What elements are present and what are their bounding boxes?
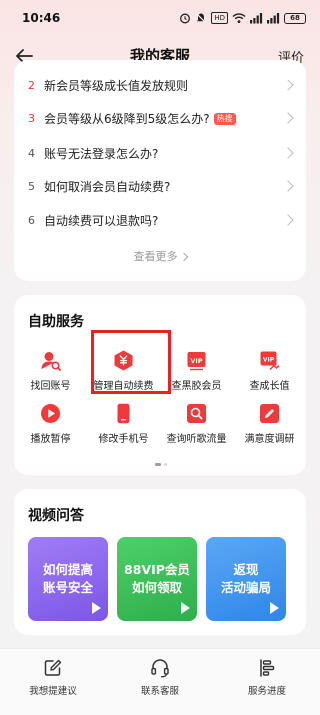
tab-label: 我想提建议: [29, 686, 77, 697]
tab-contact-service[interactable]: 联系客服: [107, 649, 213, 715]
hd-icon: HD: [211, 12, 228, 24]
service-label: 查成长值: [249, 381, 290, 392]
chevron-right-icon: [179, 252, 188, 262]
signal-icon: [267, 12, 280, 24]
play-circle-icon: [41, 404, 60, 423]
page-dot: [164, 463, 167, 466]
chevron-right-icon: [282, 214, 294, 226]
faq-item[interactable]: 2 新会员等级成长值发放规则: [14, 68, 306, 102]
video-tile[interactable]: 返现 活动骗局: [206, 537, 286, 621]
faq-number: 6: [28, 213, 35, 227]
faq-number: 3: [28, 111, 35, 125]
video-tile-line2: 账号安全: [42, 580, 93, 595]
play-icon: [92, 602, 101, 614]
faq-question-text: 会员等级从6级降到5级怎么办?: [44, 111, 210, 126]
service-query-data[interactable]: 查询听歌流量: [160, 403, 233, 449]
signal-icon: [250, 12, 263, 24]
svg-text:VIP: VIP: [263, 356, 275, 363]
faq-question: 如何取消会员自动续费?: [44, 179, 171, 194]
faq-number: 4: [28, 146, 35, 160]
status-time: 10:46: [22, 11, 61, 25]
chevron-right-icon: [282, 180, 294, 192]
faq-question: 自动续费可以退款吗?: [44, 213, 159, 228]
phone-icon: [117, 403, 130, 424]
service-find-account[interactable]: 找回账号: [14, 350, 87, 396]
service-label: 满意度调研: [244, 434, 295, 445]
tab-suggestion[interactable]: 我想提建议: [0, 649, 106, 715]
service-satisfaction-survey[interactable]: 满意度调研: [233, 403, 306, 449]
wifi-icon: [232, 12, 246, 24]
chevron-right-icon: [282, 112, 294, 124]
service-check-vinyl-vip[interactable]: VIP 查黑胶会员: [160, 350, 233, 396]
faq-item[interactable]: 5 如何取消会员自动续费?: [14, 169, 306, 203]
faq-question: 新会员等级成长值发放规则: [44, 78, 189, 93]
faq-card: 2 新会员等级成长值发放规则 3 会员等级从6级降到5级怎么办? 热搜 4 账号无…: [14, 60, 306, 281]
chevron-right-icon: [282, 79, 294, 91]
tab-label: 服务进度: [247, 686, 286, 697]
service-manage-auto-renew[interactable]: 管理自动续费: [87, 350, 160, 396]
self-service-card: 自助服务 找回账号 管理自动续费 VIP 查黑胶会员 VIP 查成长值 播放暂停…: [14, 295, 306, 475]
service-label: 找回账号: [30, 381, 71, 392]
faq-item[interactable]: 4 账号无法登录怎么办?: [14, 136, 306, 170]
service-label: 管理自动续费: [93, 381, 154, 392]
account-search-icon: [41, 352, 61, 371]
video-tile-line2: 如何领取: [131, 580, 182, 595]
video-tile-line2: 活动骗局: [220, 580, 271, 595]
battery-icon: 68: [284, 12, 306, 24]
chevron-right-icon: [282, 147, 294, 159]
faq-number: 5: [28, 179, 35, 193]
video-tile[interactable]: 88VIP会员 如何领取: [117, 537, 197, 621]
svg-text:VIP: VIP: [190, 357, 202, 365]
tab-service-progress[interactable]: 服务进度: [214, 649, 320, 715]
edit-icon: [44, 659, 62, 676]
page-indicator: [155, 463, 167, 466]
play-icon: [181, 602, 190, 614]
video-tile-line1: 如何提高: [42, 562, 93, 577]
status-icons: HD 68: [179, 11, 306, 25]
service-check-growth[interactable]: VIP 查成长值: [233, 350, 306, 396]
service-play-pause[interactable]: 播放暂停: [14, 403, 87, 449]
service-label: 播放暂停: [30, 434, 71, 445]
progress-icon: [260, 659, 275, 677]
bottom-nav: 我想提建议 联系客服 服务进度: [0, 648, 320, 715]
faq-number: 2: [28, 78, 35, 92]
faq-item[interactable]: 3 会员等级从6级降到5级怎么办? 热搜: [14, 101, 306, 135]
video-qa-title: 视频问答: [28, 508, 84, 524]
see-more-link[interactable]: 查看更多: [14, 248, 306, 264]
see-more-label: 查看更多: [133, 250, 178, 263]
headset-icon: [151, 659, 169, 678]
play-icon: [270, 602, 279, 614]
page-dot-active: [155, 463, 161, 466]
service-label: 修改手机号: [98, 434, 149, 445]
video-tile-line1: 返现: [233, 562, 259, 577]
vip-growth-icon: VIP: [260, 351, 280, 371]
search-data-icon: [187, 404, 206, 423]
service-label: 查询听歌流量: [166, 434, 227, 445]
video-tile[interactable]: 如何提高 账号安全: [28, 537, 108, 621]
video-tile-line1: 88VIP会员: [124, 562, 190, 577]
service-change-phone[interactable]: 修改手机号: [87, 403, 160, 449]
video-qa-card: 视频问答 如何提高 账号安全 88VIP会员 如何领取 返现 活动骗局: [14, 489, 306, 635]
faq-question: 账号无法登录怎么办?: [44, 146, 159, 161]
vip-badge-icon: VIP: [187, 352, 206, 371]
status-bar: 10:46 HD 68: [0, 0, 320, 36]
service-label: 查黑胶会员: [171, 381, 222, 392]
mute-icon: [195, 12, 207, 24]
hot-tag: 热搜: [213, 113, 236, 125]
self-service-title: 自助服务: [28, 314, 84, 330]
faq-question: 会员等级从6级降到5级怎么办? 热搜: [44, 110, 236, 127]
yuan-hexagon-icon: [114, 350, 133, 371]
faq-item[interactable]: 6 自动续费可以退款吗?: [14, 203, 306, 237]
edit-survey-icon: [260, 404, 279, 423]
tab-label: 联系客服: [140, 686, 179, 697]
alarm-icon: [179, 12, 191, 24]
